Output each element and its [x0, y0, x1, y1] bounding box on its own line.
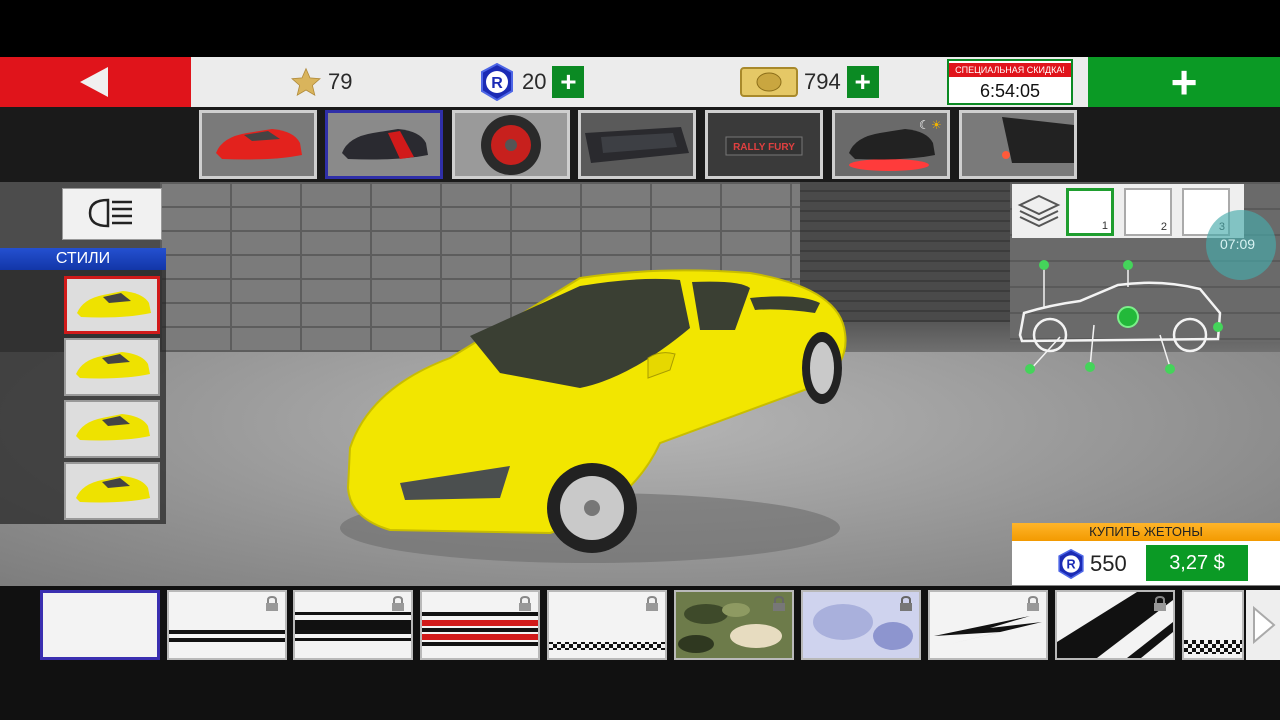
add-tokens-button[interactable]: +	[552, 66, 585, 98]
floating-clock-text: 07:09	[1220, 236, 1256, 252]
lock-icon	[519, 596, 531, 611]
stripe-diagonal[interactable]	[1055, 590, 1175, 660]
lock-icon	[392, 596, 404, 611]
tokens-counter: R 20 +	[478, 57, 585, 107]
style-thumb-4[interactable]	[64, 462, 160, 520]
stripe-camo[interactable]	[674, 590, 794, 660]
stripe-selector	[0, 586, 1280, 720]
lock-icon	[266, 596, 278, 611]
headlight-icon	[88, 198, 132, 227]
svg-text:☀: ☀	[931, 118, 942, 132]
checkered-stripe-icon	[1184, 640, 1242, 654]
gold-bar-icon	[740, 67, 798, 97]
car-model[interactable]	[330, 258, 860, 568]
svg-text:☾: ☾	[919, 118, 930, 132]
tinted-windows-icon	[585, 127, 689, 163]
stripe-none[interactable]	[40, 590, 160, 660]
layer-slot-1[interactable]: 1	[1066, 188, 1114, 236]
stripe-red-black[interactable]	[420, 590, 540, 660]
confirm-plus-button[interactable]: +	[1088, 57, 1280, 107]
svg-text:R: R	[1066, 558, 1075, 572]
category-row: RALLY FURY ☾ ☀	[0, 107, 1280, 182]
category-windows[interactable]	[578, 110, 696, 179]
stars-counter: 79	[290, 57, 352, 107]
category-styles[interactable]	[325, 110, 443, 179]
lock-icon	[1027, 596, 1039, 611]
stripe-checkered-2[interactable]	[1182, 590, 1244, 660]
tokens-value: 20	[522, 69, 547, 94]
category-paint[interactable]	[199, 110, 317, 179]
decal-position-diagram[interactable]	[1010, 255, 1230, 380]
headlights-button[interactable]	[62, 188, 162, 240]
category-wheels[interactable]	[452, 110, 570, 179]
svg-text:RALLY FURY: RALLY FURY	[733, 142, 795, 153]
buy-tokens-panel: КУПИТЬ ЖЕТОНЫ R 550 3,27 $	[1012, 523, 1280, 585]
style-thumb-2[interactable]	[64, 338, 160, 396]
yellow-car-icon	[76, 352, 150, 379]
add-gold-button[interactable]: +	[846, 66, 879, 98]
gold-value: 794	[804, 69, 841, 94]
spoiler-icon	[1002, 117, 1074, 163]
buy-tokens-price-button[interactable]: 3,27 $	[1146, 545, 1248, 581]
chevron-right-icon	[1253, 605, 1276, 645]
stripe-thick-double[interactable]	[293, 590, 413, 660]
special-offer-badge[interactable]: СПЕЦИАЛЬНАЯ СКИДКА! 6:54:05	[947, 59, 1073, 105]
layer-slot-2-number: 2	[1160, 221, 1167, 233]
layer-slot-1-number: 1	[1101, 220, 1108, 232]
star-icon	[291, 67, 321, 97]
yellow-car-icon	[77, 291, 151, 318]
style-thumb-1[interactable]	[64, 276, 160, 334]
layer-slot-2[interactable]: 2	[1124, 188, 1172, 236]
dark-car-red-stripe-icon	[342, 129, 428, 160]
buy-tokens-title: КУПИТЬ ЖЕТОНЫ	[1012, 523, 1280, 541]
category-plate[interactable]: RALLY FURY	[705, 110, 823, 179]
lock-icon	[773, 596, 785, 611]
back-arrow-icon	[80, 67, 108, 97]
category-spoiler[interactable]	[959, 110, 1077, 179]
layers-icon[interactable]	[1016, 188, 1062, 234]
svg-text:R: R	[491, 75, 503, 92]
wheel-icon	[481, 115, 541, 175]
special-offer-timer: 6:54:05	[979, 81, 1041, 101]
style-thumb-3[interactable]	[64, 400, 160, 458]
special-offer-label: СПЕЦИАЛЬНАЯ СКИДКА!	[949, 63, 1071, 77]
lock-icon	[1154, 596, 1166, 611]
stars-value: 79	[328, 69, 353, 94]
game-screen: 79 R 20 + 794 + СПЕЦИАЛЬНАЯ СКИДКА! 6:54…	[0, 0, 1280, 720]
buy-tokens-amount: 550	[1090, 551, 1127, 576]
plate-icon: RALLY FURY	[725, 136, 803, 156]
neon-car-icon: ☾ ☀	[849, 118, 942, 171]
stripe-thin-double[interactable]	[167, 590, 287, 660]
stripe-tribal[interactable]	[928, 590, 1048, 660]
lock-icon	[900, 596, 912, 611]
category-neon[interactable]: ☾ ☀	[832, 110, 950, 179]
styles-label: СТИЛИ	[0, 248, 166, 270]
yellow-car-icon	[76, 414, 150, 441]
token-r-icon: R	[481, 63, 513, 101]
gold-counter: 794 +	[740, 57, 879, 107]
back-button[interactable]	[0, 57, 191, 107]
stripe-watercolor[interactable]	[801, 590, 921, 660]
lock-icon	[646, 596, 658, 611]
yellow-car-icon	[76, 476, 150, 503]
top-bar: 79 R 20 + 794 + СПЕЦИАЛЬНАЯ СКИДКА! 6:54…	[0, 57, 1280, 107]
token-r-icon: R	[1058, 549, 1084, 579]
stripe-checkered[interactable]	[547, 590, 667, 660]
next-page-button[interactable]	[1246, 590, 1280, 660]
red-car-icon	[216, 129, 302, 160]
